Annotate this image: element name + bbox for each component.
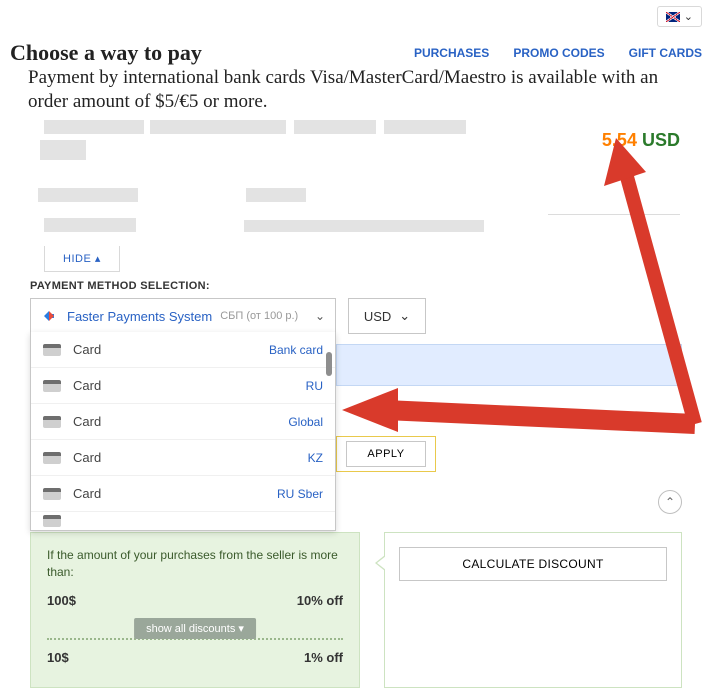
dropdown-item-region: RU [306,379,323,393]
dropdown-item-kz[interactable]: Card KZ [31,440,335,476]
discount-tiers-box: If the amount of your purchases from the… [30,532,360,688]
price-currency: USD [642,130,680,150]
dropdown-item-label: Card [73,450,101,465]
info-strip [336,344,682,386]
page-title: Choose a way to pay [10,40,202,66]
discount-row: 10$ 1% off [47,650,343,665]
discount-calc-box: CALCULATE DISCOUNT [384,532,682,688]
redacted-block [246,188,306,202]
redacted-block [244,220,484,232]
redacted-block [38,188,138,202]
dropdown-item-label: Card [73,414,101,429]
dropdown-item-global[interactable]: Card Global [31,404,335,440]
discount-intro-text: If the amount of your purchases from the… [47,547,343,581]
nav-purchases[interactable]: PURCHASES [414,46,489,60]
redacted-block [294,120,376,134]
locale-selector[interactable]: ⌄ [657,6,702,27]
nav-promo-codes[interactable]: PROMO CODES [513,46,604,60]
calculate-discount-button[interactable]: CALCULATE DISCOUNT [399,547,667,581]
scroll-to-top-button[interactable]: ⌃ [658,490,682,514]
payment-method-select[interactable]: Faster Payments System СБП (от 100 р.) ⌄ [30,298,336,334]
card-icon [43,515,61,527]
dropdown-item-bankcard[interactable]: Card Bank card [31,332,335,368]
info-banner: Payment by international bank cards Visa… [28,66,682,114]
discount-percent: 1% off [304,650,343,665]
card-icon [43,452,61,464]
currency-select[interactable]: USD ⌄ [348,298,426,334]
card-icon [43,380,61,392]
card-icon [43,344,61,356]
divider [548,214,680,215]
flag-uk-icon [666,12,680,22]
redacted-block [44,120,144,134]
dropdown-item-label: Card [73,378,101,393]
discount-amount: 100$ [47,593,76,608]
price-display: 5.54 USD [602,130,680,151]
nav-gift-cards[interactable]: GIFT CARDS [629,46,702,60]
header: Choose a way to pay PURCHASES PROMO CODE… [10,40,702,66]
chevron-down-icon: ⌄ [684,10,693,23]
header-nav: PURCHASES PROMO CODES GIFT CARDS [414,46,702,60]
redacted-block [40,140,86,160]
discount-row: 100$ 10% off [47,593,343,608]
dropdown-item-ru[interactable]: Card RU [31,368,335,404]
show-all-discounts-button[interactable]: show all discounts ▾ [134,618,256,639]
dropdown-item-overflow[interactable] [31,512,335,530]
fps-icon [41,308,57,324]
discount-percent: 10% off [297,593,343,608]
discount-section: If the amount of your purchases from the… [30,532,682,688]
payment-method-name: Faster Payments System [67,309,212,324]
discount-amount: 10$ [47,650,69,665]
apply-button[interactable]: APPLY [346,441,425,467]
redacted-block [150,120,286,134]
payment-method-hint: СБП (от 100 р.) [220,310,298,322]
dropdown-item-rusber[interactable]: Card RU Sber [31,476,335,512]
dropdown-item-region: RU Sber [277,487,323,501]
scrollbar[interactable] [326,352,332,376]
chevron-down-icon: ⌄ [315,309,325,323]
dropdown-item-region: Global [288,415,323,429]
dropdown-item-region: KZ [308,451,323,465]
redacted-block [384,120,466,134]
redacted-block [44,218,136,232]
card-icon [43,488,61,500]
dropdown-item-label: Card [73,342,101,357]
chevron-down-icon: ⌄ [399,308,410,324]
payment-method-dropdown: Card Bank card Card RU Card Global Card … [30,332,336,531]
currency-value: USD [364,309,391,324]
card-icon [43,416,61,428]
dropdown-item-label: Card [73,486,101,501]
payment-method-label: PAYMENT METHOD SELECTION: [30,280,210,292]
discount-divider: show all discounts ▾ [47,618,343,640]
apply-section: APPLY [336,436,436,472]
dropdown-item-region: Bank card [269,343,323,357]
hide-toggle[interactable]: HIDE ▴ [44,246,120,272]
price-amount: 5.54 [602,130,637,150]
